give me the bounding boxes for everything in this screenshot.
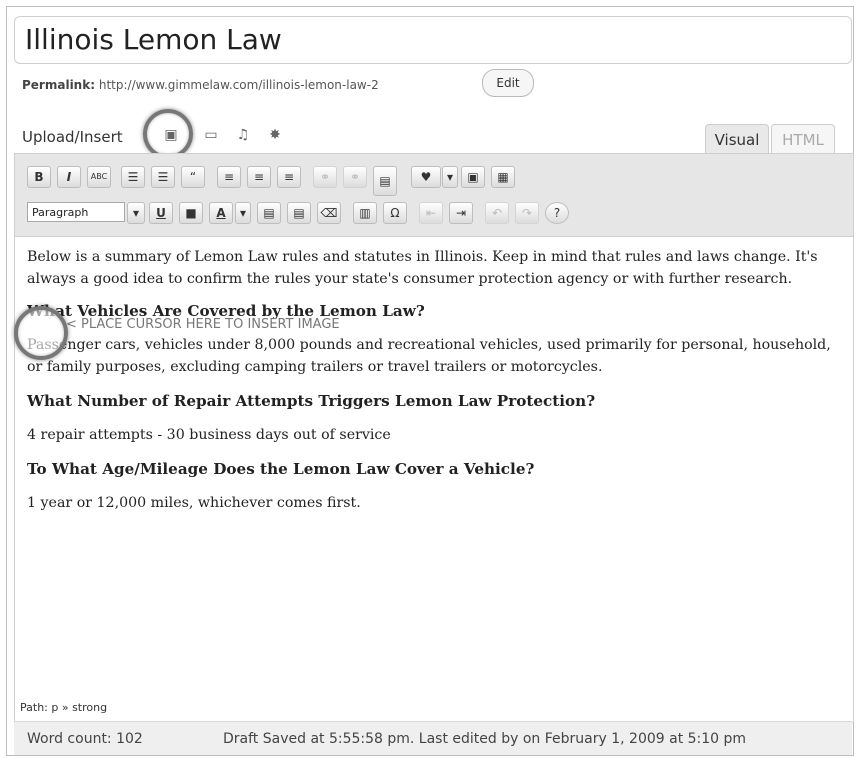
paste-text-button[interactable]: ▤ <box>257 202 281 224</box>
tab-visual[interactable]: Visual <box>705 124 769 155</box>
permalink-label: Permalink: <box>22 78 96 92</box>
bold-button[interactable]: B <box>27 166 51 188</box>
align-left-button[interactable]: ≡ <box>217 166 241 188</box>
element-path: Path: p » strong <box>20 701 108 714</box>
text-color-dropdown-button[interactable]: ▾ <box>235 202 251 224</box>
mileage-paragraph[interactable]: 1 year or 12,000 miles, whichever comes … <box>27 492 845 514</box>
format-select[interactable]: Paragraph <box>27 202 125 222</box>
format-dropdown-icon[interactable]: ▾ <box>127 202 145 224</box>
upload-insert-label: Upload/Insert <box>22 128 123 146</box>
heading-age-mileage[interactable]: To What Age/Mileage Does the Lemon Law C… <box>27 460 845 478</box>
post-title[interactable]: Illinois Lemon Law <box>25 23 282 56</box>
outdent-button[interactable]: ⇤ <box>419 202 443 224</box>
remove-format-button[interactable]: ⌫ <box>317 202 341 224</box>
unlink-button[interactable]: ⚭ <box>343 166 367 188</box>
heading-repair-attempts[interactable]: What Number of Repair Attempts Triggers … <box>27 392 845 410</box>
editor[interactable]: B I ABC ☰ ☰ “ ≡ ≡ ≡ ⚭ ⚭ ▤ ♥ ▾ ▣ ▦ Paragr… <box>14 153 854 723</box>
intro-paragraph[interactable]: Below is a summary of Lemon Law rules an… <box>27 246 845 290</box>
title-field[interactable]: Illinois Lemon Law <box>14 16 852 64</box>
spellcheck-dropdown-button[interactable]: ▾ <box>442 166 458 188</box>
undo-button[interactable]: ↶ <box>485 202 509 224</box>
redo-button[interactable]: ↷ <box>515 202 539 224</box>
link-button[interactable]: ⚭ <box>313 166 337 188</box>
help-button[interactable]: ? <box>545 202 569 224</box>
repair-paragraph[interactable]: 4 repair attempts - 30 business days out… <box>27 424 845 446</box>
strikethrough-button[interactable]: ABC <box>87 166 111 188</box>
align-center-button[interactable]: ≡ <box>247 166 271 188</box>
cursor-highlight-circle <box>14 306 68 360</box>
toolbar: B I ABC ☰ ☰ “ ≡ ≡ ≡ ⚭ ⚭ ▤ ♥ ▾ ▣ ▦ Paragr… <box>15 154 853 237</box>
video-icon[interactable]: ▭ <box>203 128 219 142</box>
status-bar: Word count: 102 Draft Saved at 5:55:58 p… <box>14 721 852 755</box>
fullscreen-button[interactable]: ▣ <box>461 166 485 188</box>
media-icon[interactable]: ✸ <box>267 128 283 142</box>
justify-button[interactable]: ■ <box>179 202 203 224</box>
vehicles-paragraph[interactable]: Passenger cars, vehicles under 8,000 pou… <box>27 334 845 378</box>
tab-html[interactable]: HTML <box>771 124 835 155</box>
more-tag-button[interactable]: ▤ <box>373 166 397 196</box>
insert-media-button[interactable]: ▥ <box>353 202 377 224</box>
paste-word-button[interactable]: ▤ <box>287 202 311 224</box>
draft-status: Draft Saved at 5:55:58 pm. Last edited b… <box>223 731 747 747</box>
special-character-button[interactable]: Ω <box>383 202 407 224</box>
permalink-url[interactable]: http://www.gimmelaw.com/illinois-lemon-l… <box>99 78 379 92</box>
underline-button[interactable]: U <box>149 202 173 224</box>
numbered-list-button[interactable]: ☰ <box>151 166 175 188</box>
align-right-button[interactable]: ≡ <box>277 166 301 188</box>
blockquote-button[interactable]: “ <box>181 166 205 188</box>
word-count: Word count: 102 <box>27 731 143 747</box>
bullet-list-button[interactable]: ☰ <box>121 166 145 188</box>
format-select-value: Paragraph <box>32 206 89 219</box>
italic-button[interactable]: I <box>57 166 81 188</box>
text-color-button[interactable]: A <box>209 202 233 224</box>
highlight-circle <box>143 109 193 159</box>
edit-permalink-button[interactable]: Edit <box>482 69 534 97</box>
kitchen-sink-button[interactable]: ▦ <box>491 166 515 188</box>
spellcheck-button[interactable]: ♥ <box>411 166 441 188</box>
editor-content[interactable]: Below is a summary of Lemon Law rules an… <box>27 246 845 514</box>
cursor-hint: < PLACE CURSOR HERE TO INSERT IMAGE <box>66 317 340 332</box>
permalink: Permalink: http://www.gimmelaw.com/illin… <box>22 78 379 92</box>
audio-icon[interactable]: ♫ <box>235 128 251 142</box>
indent-button[interactable]: ⇥ <box>449 202 473 224</box>
